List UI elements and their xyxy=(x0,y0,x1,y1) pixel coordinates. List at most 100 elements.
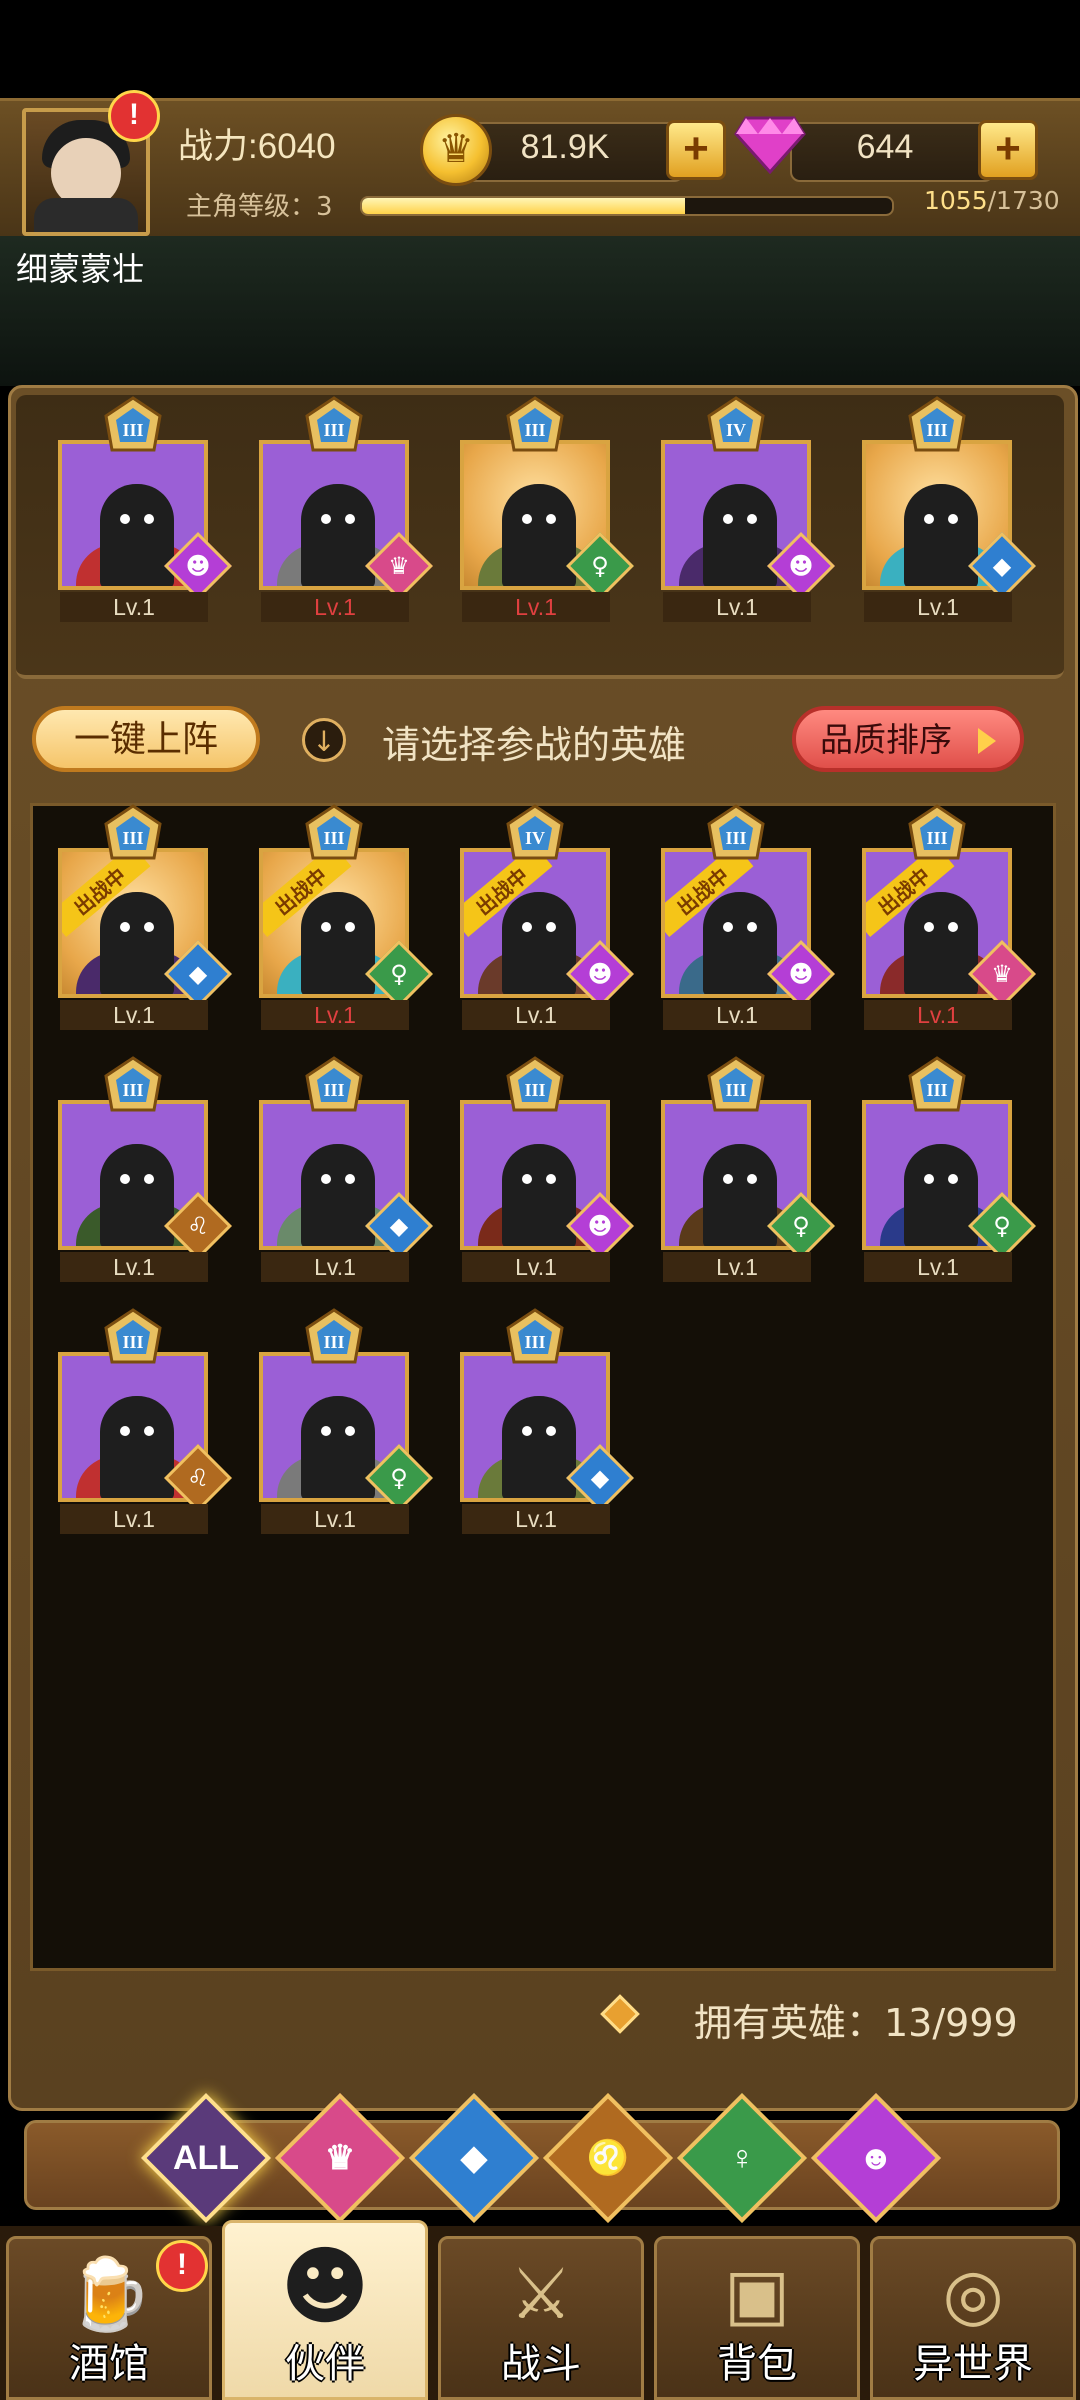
rank-badge-icon: III xyxy=(305,804,363,860)
hero-figure xyxy=(703,892,777,994)
rank-numeral: III xyxy=(122,1332,143,1352)
elf-faction-glyph: ♀ xyxy=(993,1212,1011,1240)
avatar-alert-badge: ! xyxy=(108,90,160,142)
rank-numeral: III xyxy=(122,1080,143,1100)
lion-faction-glyph: ♌ xyxy=(187,1464,209,1492)
hero-eye xyxy=(924,514,934,524)
crown-faction-glyph: ♛ xyxy=(388,552,410,580)
rank-numeral: III xyxy=(926,420,947,440)
rank-numeral: III xyxy=(524,1332,545,1352)
rank-badge-icon: III xyxy=(506,396,564,452)
rank-numeral: IV xyxy=(525,828,545,848)
hero-level: Lv.1 xyxy=(864,1252,1012,1282)
hero-eye xyxy=(144,514,154,524)
fish-faction-glyph: ◆ xyxy=(992,552,1012,580)
hero-eye xyxy=(948,922,958,932)
gold-amount: 81.9K xyxy=(520,128,610,166)
partner-icon: ☻ xyxy=(280,2237,370,2337)
hero-eye xyxy=(144,922,154,932)
hero-eye xyxy=(345,922,355,932)
hero-level: Lv.1 xyxy=(60,592,208,622)
hero-eye xyxy=(345,1174,355,1184)
xp-progress-bar xyxy=(360,196,894,216)
nav-tab-otherworld[interactable]: ◎ 异世界 xyxy=(870,2236,1076,2400)
filter-elf-icon: ♀ xyxy=(729,2138,755,2177)
hero-eye xyxy=(120,514,130,524)
quality-sort-button[interactable]: 品质排序 xyxy=(792,706,1024,772)
play-triangle-icon xyxy=(978,728,996,754)
hero-eye xyxy=(948,1174,958,1184)
demon-faction-glyph: ☻ xyxy=(788,960,814,988)
hero-level: Lv.1 xyxy=(60,1504,208,1534)
hero-eye xyxy=(321,922,331,932)
add-gold-button[interactable]: + xyxy=(666,120,726,180)
rank-badge-icon: III xyxy=(707,804,765,860)
filter-fish-icon: ◆ xyxy=(460,2139,488,2177)
nav-label-battle: 战斗 xyxy=(501,2341,581,2387)
elf-faction-glyph: ♀ xyxy=(390,960,408,988)
fish-faction-glyph: ◆ xyxy=(188,960,208,988)
rank-numeral: III xyxy=(926,1080,947,1100)
xp-progress-fill xyxy=(362,198,686,214)
hero-eye xyxy=(321,514,331,524)
hero-eye xyxy=(120,1426,130,1436)
hero-figure xyxy=(100,1396,174,1498)
rank-badge-icon: III xyxy=(506,1308,564,1364)
elf-faction-glyph: ♀ xyxy=(792,1212,810,1240)
avatar-body xyxy=(34,198,138,232)
hero-level: Lv.1 xyxy=(663,1000,811,1030)
hero-eye xyxy=(546,1174,556,1184)
elf-faction-glyph: ♀ xyxy=(390,1464,408,1492)
rank-numeral: IV xyxy=(726,420,746,440)
hero-figure xyxy=(301,1396,375,1498)
nav-tab-partner[interactable]: ☻ 伙伴 xyxy=(222,2220,428,2400)
hero-figure xyxy=(502,892,576,994)
hero-eye xyxy=(546,1426,556,1436)
hero-eye xyxy=(747,922,757,932)
rank-numeral: III xyxy=(323,420,344,440)
hero-figure xyxy=(502,1396,576,1498)
rank-numeral: III xyxy=(323,1332,344,1352)
rank-badge-icon: III xyxy=(305,1308,363,1364)
battle-icon: ⚔ xyxy=(509,2253,573,2335)
rank-numeral: III xyxy=(122,420,143,440)
hero-figure xyxy=(100,1144,174,1246)
hero-level: Lv.1 xyxy=(261,592,409,622)
rank-badge-icon: III xyxy=(104,396,162,452)
hero-level: Lv.1 xyxy=(462,1000,610,1030)
hero-eye xyxy=(345,1426,355,1436)
hero-eye xyxy=(948,514,958,524)
demon-faction-glyph: ☻ xyxy=(185,552,211,580)
hero-eye xyxy=(546,514,556,524)
otherworld-icon: ◎ xyxy=(942,2253,1004,2335)
add-gem-button[interactable]: + xyxy=(978,120,1038,180)
rank-badge-icon: III xyxy=(506,1056,564,1112)
hero-level: Lv.1 xyxy=(462,592,610,622)
hero-figure xyxy=(904,1144,978,1246)
rank-numeral: III xyxy=(323,1080,344,1100)
nav-tab-battle[interactable]: ⚔ 战斗 xyxy=(438,2236,644,2400)
hero-level: Lv.1 xyxy=(60,1252,208,1282)
hero-level-label: 主角等级：3 xyxy=(186,192,333,222)
filter-lion-icon: ♌ xyxy=(586,2139,630,2177)
rank-badge-icon: III xyxy=(707,1056,765,1112)
hero-eye xyxy=(723,1174,733,1184)
rank-badge-icon: III xyxy=(104,1056,162,1112)
hero-level: Lv.1 xyxy=(663,592,811,622)
combat-power: 战力:6040 xyxy=(178,127,336,166)
quality-sort-label: 品质排序 xyxy=(820,720,952,759)
bag-icon: ▣ xyxy=(723,2253,791,2335)
nav-tab-bag[interactable]: ▣ 背包 xyxy=(654,2236,860,2400)
crown-faction-glyph: ♛ xyxy=(991,960,1013,988)
hero-eye xyxy=(522,1426,532,1436)
hero-eye xyxy=(723,514,733,524)
fish-faction-glyph: ◆ xyxy=(590,1464,610,1492)
hero-figure xyxy=(703,484,777,586)
rank-badge-icon: III xyxy=(908,1056,966,1112)
one-click-deploy-button[interactable]: 一键上阵 xyxy=(32,706,260,772)
hero-eye xyxy=(546,922,556,932)
hero-figure xyxy=(100,892,174,994)
rank-badge-icon: III xyxy=(908,396,966,452)
hero-level: Lv.1 xyxy=(864,592,1012,622)
crown-coin-icon: ♛ xyxy=(420,114,492,186)
